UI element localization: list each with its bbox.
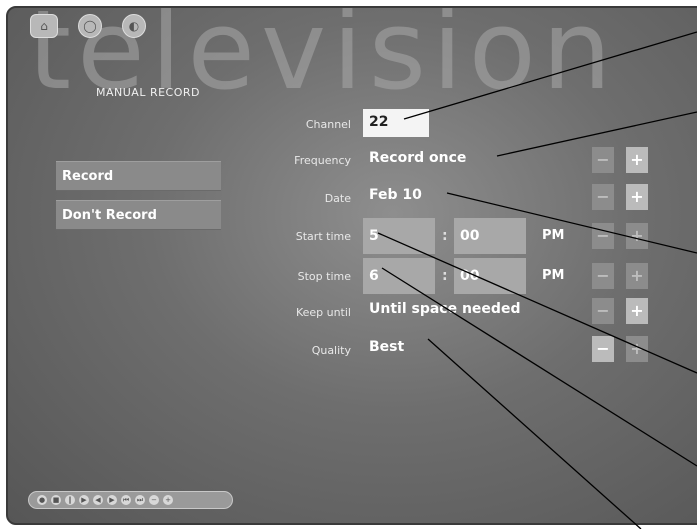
quality-value[interactable]: Best — [369, 339, 404, 355]
frequency-minus-button[interactable]: − — [592, 147, 614, 173]
start-time-ampm[interactable]: PM — [542, 228, 564, 243]
channel-label: Channel — [305, 118, 351, 131]
date-value[interactable]: Feb 10 — [369, 187, 422, 203]
frequency-label: Frequency — [294, 154, 351, 167]
date-label: Date — [324, 192, 351, 205]
quality-minus-button[interactable]: − — [592, 336, 614, 362]
date-plus-button[interactable]: + — [626, 184, 648, 210]
channel-input[interactable]: 22 — [363, 109, 429, 137]
rewind-icon[interactable]: ◀ — [93, 495, 103, 505]
page-title: MANUAL RECORD — [96, 86, 200, 99]
stop-icon[interactable]: ■ — [51, 495, 61, 505]
stop-time-ampm[interactable]: PM — [542, 268, 564, 283]
pause-icon[interactable]: ‖ — [65, 495, 75, 505]
transport-controls: ● ■ ‖ ▶ ◀ ▶ ⏮ ⏭ − + — [28, 491, 233, 509]
keep-until-value[interactable]: Until space needed — [369, 301, 520, 317]
screenshot-stage: television ⌂ ◯ ◐ ◦ MANUAL RECORD Record … — [0, 0, 697, 529]
skip-back-icon[interactable]: ⏮ — [121, 495, 131, 505]
fast-forward-icon[interactable]: ▶ — [107, 495, 117, 505]
keep-until-label: Keep until — [295, 306, 351, 319]
record-icon[interactable]: ● — [37, 495, 47, 505]
stop-time-plus-button[interactable]: + — [626, 263, 648, 289]
start-time-separator: : — [442, 228, 448, 244]
start-time-plus-button[interactable]: + — [626, 223, 648, 249]
record-button[interactable]: Record — [56, 161, 221, 191]
start-time-minus-button[interactable]: − — [592, 223, 614, 249]
titlebar-icons: ⌂ ◯ ◐ — [30, 14, 146, 38]
stop-time-hour-input[interactable]: 6 — [363, 258, 435, 294]
back-icon[interactable]: ◯ — [78, 14, 102, 38]
skip-forward-icon[interactable]: ⏭ — [135, 495, 145, 505]
frequency-plus-button[interactable]: + — [626, 147, 648, 173]
keep-until-plus-button[interactable]: + — [626, 298, 648, 324]
frequency-value[interactable]: Record once — [369, 150, 466, 166]
start-time-label: Start time — [295, 230, 351, 243]
menu-icon[interactable]: ◐ — [122, 14, 146, 38]
stop-time-separator: : — [442, 268, 448, 284]
keep-until-minus-button[interactable]: − — [592, 298, 614, 324]
volume-up-icon[interactable]: + — [163, 495, 173, 505]
stop-time-minus-button[interactable]: − — [592, 263, 614, 289]
play-icon[interactable]: ▶ — [79, 495, 89, 505]
stop-time-minute-input[interactable]: 00 — [454, 258, 526, 294]
media-center-window: television ⌂ ◯ ◐ ◦ MANUAL RECORD Record … — [6, 6, 697, 525]
quality-label: Quality — [311, 344, 351, 357]
date-minus-button[interactable]: − — [592, 184, 614, 210]
stop-time-label: Stop time — [297, 270, 351, 283]
quality-plus-button[interactable]: + — [626, 336, 648, 362]
home-icon[interactable]: ⌂ — [30, 14, 58, 38]
volume-down-icon[interactable]: − — [149, 495, 159, 505]
start-time-minute-input[interactable]: 00 — [454, 218, 526, 254]
start-time-hour-input[interactable]: 5 — [363, 218, 435, 254]
dont-record-button[interactable]: Don't Record — [56, 200, 221, 230]
